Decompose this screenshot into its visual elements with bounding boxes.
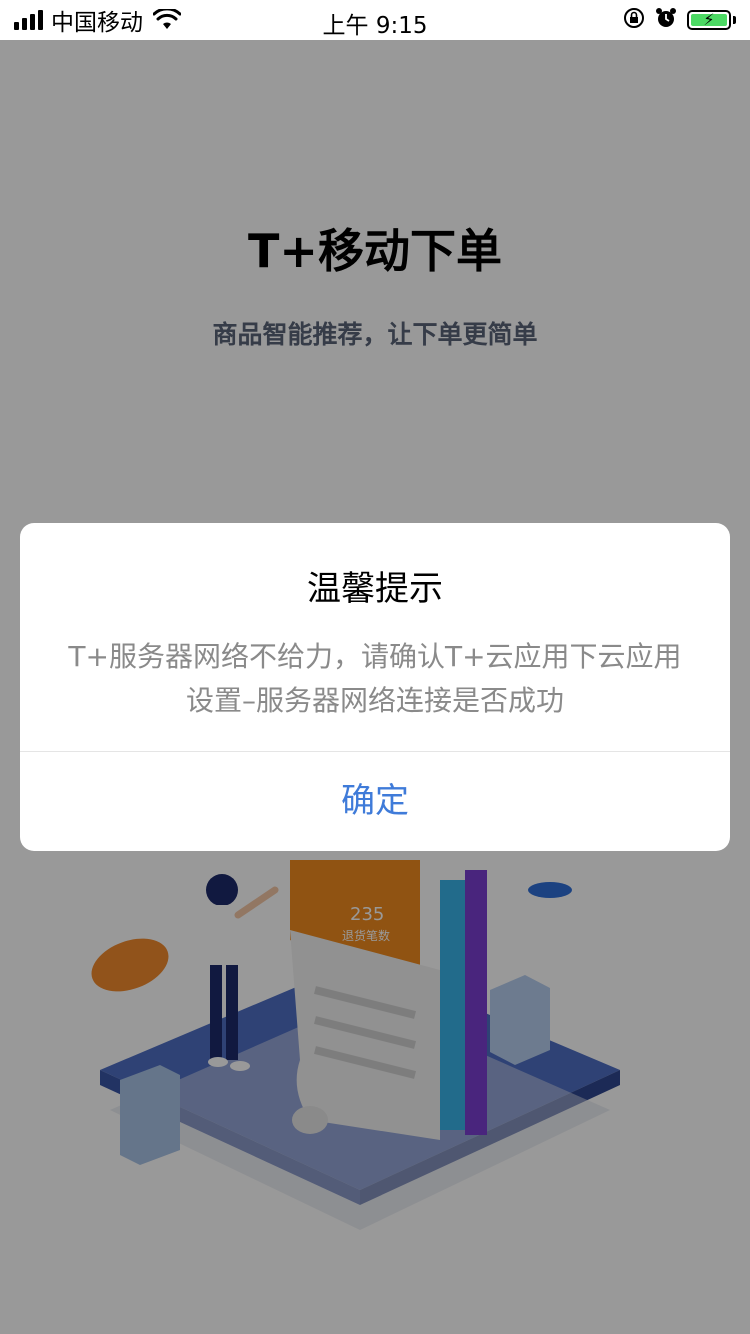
- orientation-lock-icon: [623, 7, 645, 33]
- dialog-message-line-2: 设置–服务器网络连接是否成功: [185, 684, 564, 717]
- alarm-icon: [655, 7, 677, 33]
- charging-bolt-icon: ⚡: [703, 10, 715, 29]
- dialog-message: T+服务器网络不给力，请确认T+云应用下云应用 设置–服务器网络连接是否成功: [50, 635, 700, 723]
- battery-icon: ⚡: [687, 10, 731, 30]
- dialog-title: 温馨提示: [307, 569, 443, 609]
- confirm-button[interactable]: 确定: [20, 752, 730, 851]
- dialog-message-line-1: T+服务器网络不给力，请确认T+云应用下云应用: [68, 640, 682, 673]
- status-right: ⚡: [623, 6, 736, 34]
- alert-dialog: 温馨提示 T+服务器网络不给力，请确认T+云应用下云应用 设置–服务器网络连接是…: [20, 523, 730, 851]
- status-bar: 中国移动 上午 9:15 ⚡: [0, 0, 750, 40]
- battery-tip: [733, 16, 736, 24]
